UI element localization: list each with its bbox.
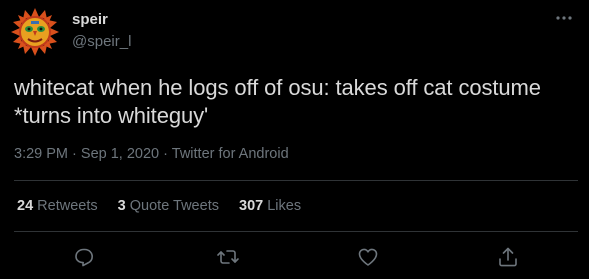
tweet-date[interactable]: Sep 1, 2020	[81, 146, 159, 162]
retweets-count: 24	[17, 198, 34, 214]
display-name[interactable]: speir	[72, 10, 131, 30]
more-dots-icon	[556, 16, 572, 20]
reply-button[interactable]	[72, 245, 96, 269]
action-bar	[0, 245, 589, 269]
retweet-button[interactable]	[216, 245, 240, 269]
divider-bottom	[14, 231, 578, 232]
meta-separator-2: ·	[163, 146, 168, 162]
user-handle[interactable]: @speir_l	[72, 32, 131, 52]
retweet-icon	[217, 250, 239, 264]
like-button[interactable]	[356, 245, 380, 269]
retweets-stat[interactable]: 24 Retweets	[17, 196, 98, 216]
likes-count: 307	[239, 198, 264, 214]
tweet-card: speir @speir_l whitecat when he logs off…	[0, 0, 589, 279]
author-info: speir @speir_l	[72, 10, 131, 52]
likes-stat[interactable]: 307 Likes	[239, 196, 301, 216]
retweets-label: Retweets	[37, 198, 98, 214]
share-button[interactable]	[496, 245, 520, 269]
tweet-stats: 24 Retweets 3 Quote Tweets 307 Likes	[17, 196, 317, 216]
like-icon	[358, 248, 378, 266]
quotes-label: Quote Tweets	[129, 198, 219, 214]
tweet-text-line-2: *turns into whiteguy'	[14, 103, 209, 128]
quotes-count: 3	[117, 198, 126, 214]
tweet-text-line-1: whitecat when he logs off of osu: takes …	[14, 75, 541, 100]
tweet-source[interactable]: Twitter for Android	[172, 146, 289, 162]
tweet-text: whitecat when he logs off of osu: takes …	[14, 74, 579, 130]
tweet-meta: 3:29 PM · Sep 1, 2020 · Twitter for Andr…	[14, 144, 289, 164]
quotes-stat[interactable]: 3 Quote Tweets	[118, 196, 219, 216]
reply-icon	[75, 248, 93, 267]
tweet-time[interactable]: 3:29 PM	[14, 146, 68, 162]
avatar[interactable]	[10, 7, 60, 57]
divider-top	[14, 180, 578, 181]
likes-label: Likes	[267, 198, 302, 214]
share-icon	[499, 247, 517, 267]
meta-separator: ·	[72, 146, 77, 162]
more-options-button[interactable]	[553, 10, 575, 26]
sun-mask-icon	[10, 7, 60, 57]
